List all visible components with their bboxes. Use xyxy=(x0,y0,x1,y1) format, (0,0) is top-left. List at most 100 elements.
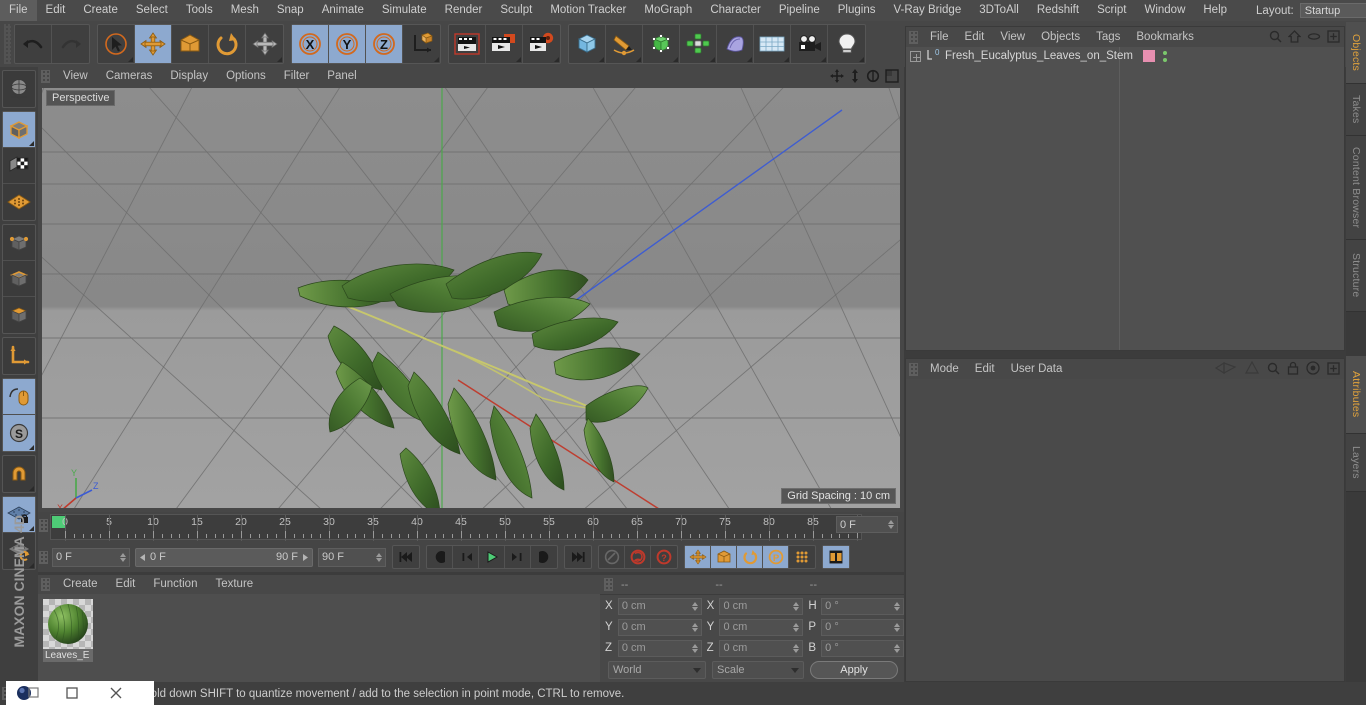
keyframe-selection-icon[interactable]: ? xyxy=(651,546,677,568)
object-visibility-dots[interactable] xyxy=(1162,50,1167,62)
tab-layers[interactable]: Layers xyxy=(1346,434,1366,492)
step-back-keyframe-icon[interactable] xyxy=(427,546,453,568)
coord-size-y-field[interactable]: 0 cm xyxy=(719,618,804,636)
viewport-menu-filter[interactable]: Filter xyxy=(275,67,319,86)
attribute-menu-edit[interactable]: Edit xyxy=(967,359,1003,379)
dolly-icon[interactable] xyxy=(849,69,861,86)
menu-render[interactable]: Render xyxy=(436,0,492,21)
render-region-icon[interactable] xyxy=(449,25,486,63)
timeline-ruler[interactable]: 051015202530354045505560657075808590 xyxy=(50,514,863,541)
menu-vray-bridge[interactable]: V-Ray Bridge xyxy=(884,0,970,21)
coord-size-z-field[interactable]: 0 cm xyxy=(719,639,804,657)
object-menu-edit[interactable]: Edit xyxy=(957,27,993,47)
axis-modify-icon[interactable] xyxy=(3,338,35,374)
current-frame-spinner[interactable] xyxy=(120,552,126,562)
coord-pos-z-spinner[interactable] xyxy=(691,643,698,653)
material-menu-function[interactable]: Function xyxy=(144,575,206,594)
scale-icon[interactable] xyxy=(172,25,209,63)
object-menu-file[interactable]: File xyxy=(922,27,957,47)
record-key-icon[interactable] xyxy=(599,546,625,568)
target-icon[interactable] xyxy=(1306,361,1320,378)
orbit-icon[interactable] xyxy=(866,69,880,86)
coordinates-grip[interactable] xyxy=(604,578,613,591)
key-scale-icon[interactable] xyxy=(711,546,737,568)
material-list[interactable]: Leaves_E xyxy=(38,594,600,682)
autokey-icon[interactable] xyxy=(625,546,651,568)
home-icon[interactable] xyxy=(1287,30,1302,46)
rotate-icon[interactable] xyxy=(209,25,246,63)
menu-simulate[interactable]: Simulate xyxy=(373,0,436,21)
tab-structure[interactable]: Structure xyxy=(1346,240,1366,312)
key-rotation-icon[interactable] xyxy=(737,546,763,568)
menu-file[interactable]: File xyxy=(0,0,37,21)
menu-plugins[interactable]: Plugins xyxy=(829,0,885,21)
render-view-icon[interactable] xyxy=(3,71,35,107)
expand-icon[interactable] xyxy=(1327,30,1340,46)
render-picture-icon[interactable] xyxy=(486,25,523,63)
attribute-manager-grip[interactable] xyxy=(909,362,918,376)
nurbs-generator-icon[interactable] xyxy=(643,25,680,63)
coordinate-system-dropdown[interactable]: World xyxy=(608,661,706,679)
move-icon[interactable] xyxy=(135,25,172,63)
mouse-move-icon[interactable] xyxy=(3,379,35,415)
move-dynamic-icon[interactable] xyxy=(246,25,283,63)
key-position-icon[interactable] xyxy=(685,546,711,568)
coord-size-y-spinner[interactable] xyxy=(793,622,800,632)
coord-rot-h-field[interactable]: 0 ° xyxy=(821,597,905,615)
snap-settings-icon[interactable]: S xyxy=(3,415,35,451)
edges-mode-icon[interactable] xyxy=(3,261,35,297)
undo-icon[interactable] xyxy=(15,25,52,63)
polygons-mode-icon[interactable] xyxy=(3,297,35,333)
coord-rot-p-spinner[interactable] xyxy=(894,622,901,632)
light-icon[interactable] xyxy=(828,25,865,63)
search-icon[interactable] xyxy=(1267,362,1280,378)
viewport-menu-display[interactable]: Display xyxy=(161,67,217,86)
attribute-menu-user-data[interactable]: User Data xyxy=(1003,359,1071,379)
history-back-icon[interactable] xyxy=(1214,361,1237,378)
material-menu-create[interactable]: Create xyxy=(54,575,107,594)
apply-button[interactable]: Apply xyxy=(810,661,898,679)
step-back-frame-icon[interactable] xyxy=(453,546,479,568)
menu-edit[interactable]: Edit xyxy=(37,0,75,21)
viewport-menu-panel[interactable]: Panel xyxy=(318,67,365,86)
menu-3dtoall[interactable]: 3DToAll xyxy=(970,0,1028,21)
select-cursor-icon[interactable] xyxy=(98,25,135,63)
material-item[interactable]: Leaves_E xyxy=(43,599,93,662)
material-menu-edit[interactable]: Edit xyxy=(107,575,145,594)
menu-snap[interactable]: Snap xyxy=(268,0,313,21)
menu-redshift[interactable]: Redshift xyxy=(1028,0,1088,21)
workplane-icon[interactable] xyxy=(3,184,35,220)
coord-size-x-spinner[interactable] xyxy=(793,601,800,611)
object-manager-grip[interactable] xyxy=(909,30,918,44)
end-frame-spinner[interactable] xyxy=(376,552,382,562)
mograph-icon[interactable] xyxy=(680,25,717,63)
key-parameter-icon[interactable]: P xyxy=(763,546,789,568)
pan-icon[interactable] xyxy=(830,69,844,86)
current-frame-field[interactable]: 0 F xyxy=(52,547,130,567)
history-forward-icon[interactable] xyxy=(1244,360,1260,378)
viewport-menu-options[interactable]: Options xyxy=(217,67,275,86)
menu-script[interactable]: Script xyxy=(1088,0,1135,21)
layout-dropdown[interactable]: Startup xyxy=(1299,3,1366,18)
menu-sculpt[interactable]: Sculpt xyxy=(491,0,541,21)
close-icon[interactable] xyxy=(94,681,138,705)
menu-help[interactable]: Help xyxy=(1194,0,1236,21)
go-to-end-icon[interactable] xyxy=(565,546,591,568)
tab-objects[interactable]: Objects xyxy=(1346,22,1366,84)
object-menu-bookmarks[interactable]: Bookmarks xyxy=(1128,27,1202,47)
attribute-manager-body[interactable] xyxy=(906,379,1344,681)
lock-icon[interactable] xyxy=(1287,361,1299,378)
coord-pos-x-field[interactable]: 0 cm xyxy=(617,597,702,615)
world-axis-icon[interactable] xyxy=(403,25,440,63)
object-menu-tags[interactable]: Tags xyxy=(1088,27,1128,47)
toolbar-grip[interactable] xyxy=(4,24,11,64)
step-forward-keyframe-icon[interactable] xyxy=(531,546,557,568)
maximize-icon[interactable] xyxy=(885,69,899,86)
coord-rot-b-spinner[interactable] xyxy=(894,643,901,653)
material-tag-icon[interactable] xyxy=(1142,50,1155,62)
tab-content-browser[interactable]: Content Browser xyxy=(1346,136,1366,240)
menu-character[interactable]: Character xyxy=(701,0,770,21)
cube-primitive-icon[interactable] xyxy=(569,25,606,63)
timeline-frame-spinner[interactable] xyxy=(888,520,894,529)
coord-pos-x-spinner[interactable] xyxy=(691,601,698,611)
